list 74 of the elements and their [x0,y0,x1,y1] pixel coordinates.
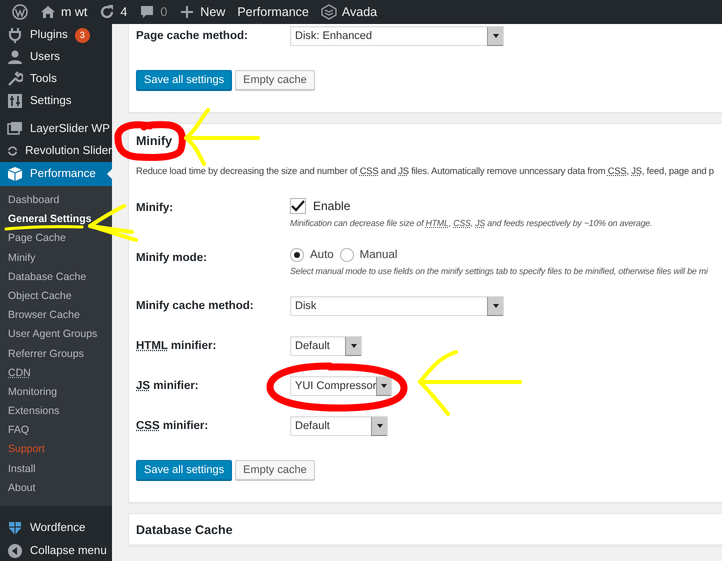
submenu-item[interactable]: FAQ [0,421,30,440]
caret-icon [376,424,382,428]
submenu-item[interactable]: General Settings [0,210,92,230]
enable-checkbox[interactable]: Enable [290,198,350,214]
section-title: Minify [129,124,180,157]
collapse-icon [7,542,23,558]
save-button[interactable]: Save all settings [136,460,232,480]
hexagon-logo-icon [320,4,337,20]
sidebar-item[interactable]: Users [0,46,112,68]
field-label: Minify: [136,201,174,214]
radio-option[interactable]: Manual [340,248,398,262]
sidebar-item[interactable]: Plugins 3 [0,24,112,46]
cube-icon [7,166,23,182]
toolbar-link[interactable]: New [173,0,232,24]
dropdown[interactable]: Default [290,336,362,356]
sidebar-item[interactable]: Revolution Slider [0,140,112,162]
sidebar-item[interactable]: Performance [0,162,112,186]
submenu-item[interactable]: Install [0,460,36,479]
wrench-icon [7,71,23,87]
layers-icon [7,121,23,137]
dropdown[interactable]: YUI Compressor [290,376,392,396]
submenu-item[interactable]: Monitoring [0,382,58,402]
submenu-item[interactable]: Object Cache [0,286,72,306]
checkmark-icon [291,200,305,212]
caret-icon [492,304,498,308]
submenu-item[interactable]: Extensions [0,402,60,422]
caret-icon [350,344,356,348]
submenu-item[interactable]: Minify [0,248,36,268]
caret-icon [492,34,498,38]
help-text: Select manual mode to use fields on the minify settings tab to specify files to be minified, otherwise files will be mi [290,266,708,276]
submenu-item[interactable]: Dashboard [0,191,60,210]
speech-bubble-icon [139,4,156,20]
plug-icon [7,27,23,43]
field-label: JS minifier: [136,379,199,392]
person-icon [7,49,23,65]
submenu-item[interactable]: Browser Cache [0,306,80,326]
submenu-item[interactable]: User Agent Groups [0,325,98,344]
field-label: Minify cache method: [136,299,254,312]
section-title: Database Cache [129,514,722,545]
field-label: Minify mode: [136,251,207,264]
submenu-item[interactable]: Referrer Groups [0,344,84,364]
submenu-item[interactable]: Page Cache [0,229,66,249]
radio-option[interactable]: Auto [290,248,334,262]
sidebar-item[interactable]: LayerSlider WP [0,118,112,140]
secondary-button[interactable]: Empty cache [235,70,315,90]
field-label: HTML minifier: [136,339,216,352]
caret-icon [381,384,388,388]
home-icon [40,4,56,20]
toolbar-link[interactable]: 0 [133,0,174,24]
help-text: Minification can decrease file size of HTML, CSS, JS and feeds respectively by ~10% on average. [290,218,652,228]
dropdown[interactable]: Default [290,416,388,436]
secondary-button[interactable]: Empty cache [235,460,315,480]
count-badge: 3 [74,28,90,42]
submenu-item[interactable]: CDN [0,364,31,383]
toolbar-link[interactable]: Avada [314,0,384,24]
save-button[interactable]: Save all settings [136,70,232,90]
sidebar-item[interactable]: Tools [0,68,112,90]
field-label: CSS minifier: [136,419,208,432]
field-label: Page cache method: [136,29,248,42]
sidebar-item[interactable]: Wordfence [0,516,112,539]
sliders-icon [7,93,23,109]
submenu-item[interactable]: Database Cache [0,268,86,287]
dropdown[interactable]: Disk: Enhanced [290,26,504,46]
section-description: Reduce load time by decreasing the size and number of CSS and JS files. Automatically remove unncessary data from CSS, JS, feed, page and p [136,165,714,176]
plus-icon [179,4,196,20]
toolbar-link[interactable]: m wt [34,0,94,24]
shield-icon [7,520,23,536]
sidebar-item[interactable]: Settings [0,90,112,112]
toolbar-link[interactable]: 4 [93,0,134,24]
dropdown[interactable]: Disk [290,296,504,316]
refresh-icon [99,4,116,20]
submenu-item[interactable]: About [0,478,36,498]
sidebar-item[interactable]: Collapse menu [0,539,112,561]
toolbar-link[interactable]: Performance [231,0,315,24]
